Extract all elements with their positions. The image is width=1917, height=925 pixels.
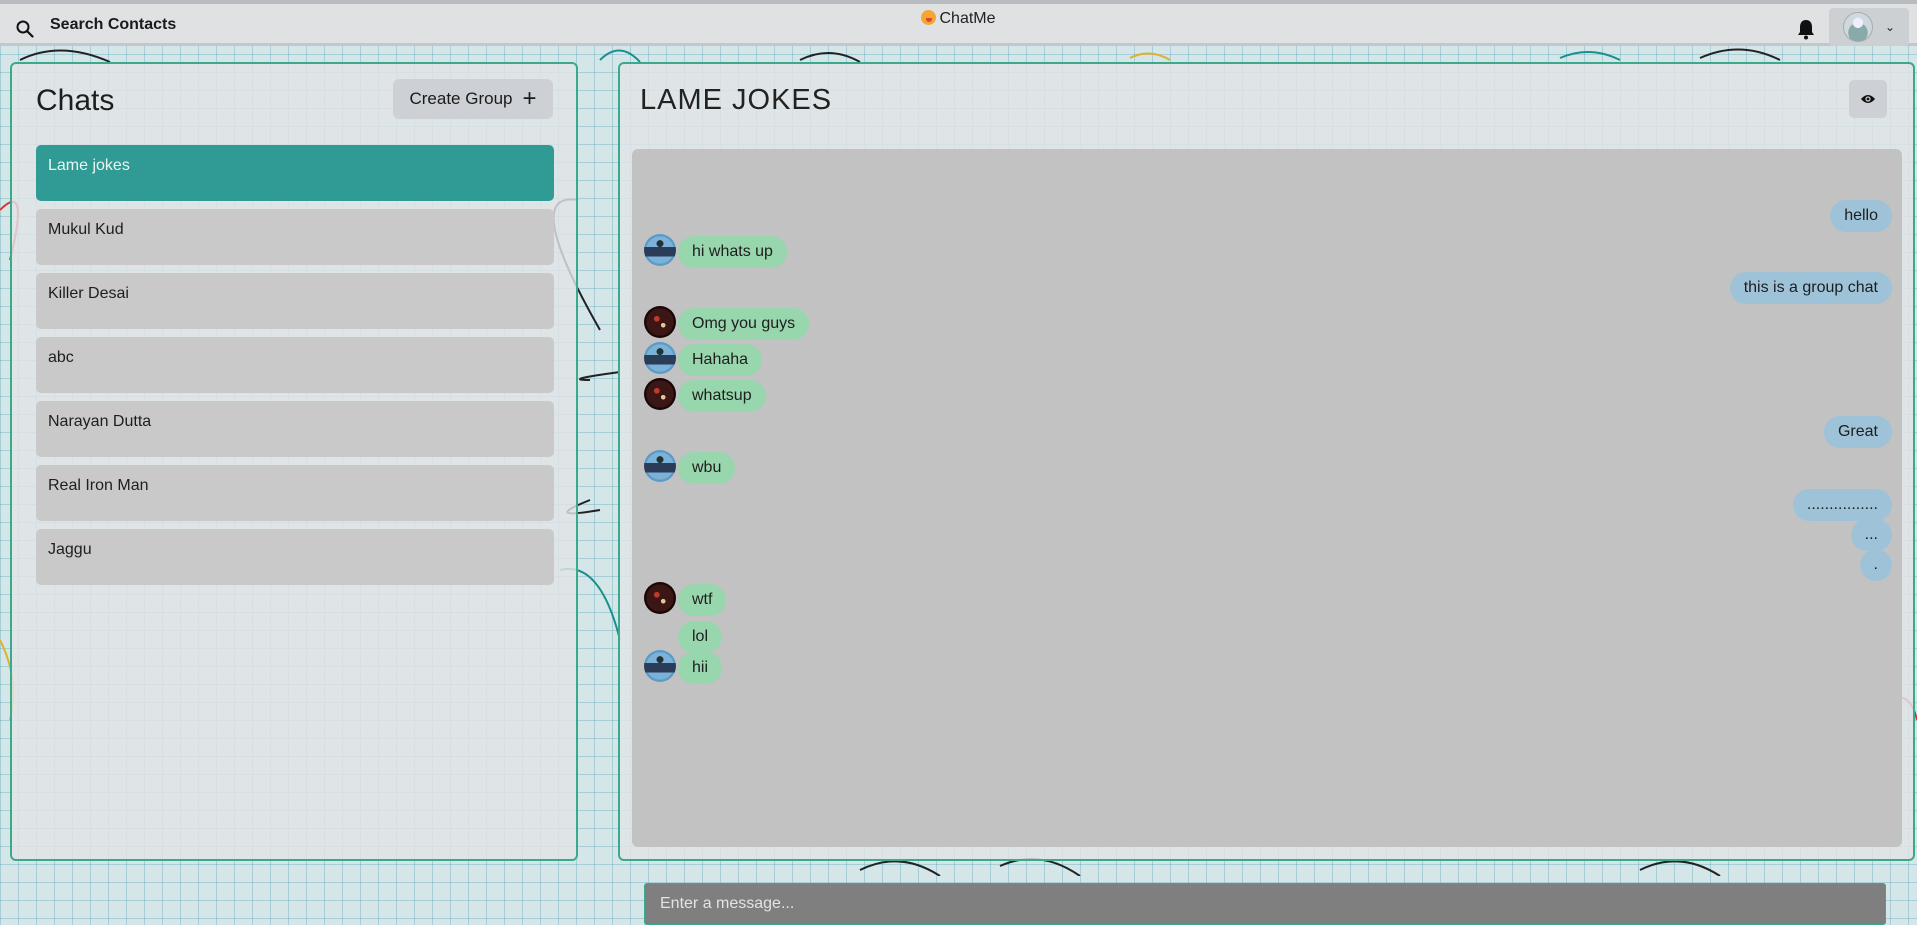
search-icon (16, 20, 34, 38)
chat-name: Jaggu (48, 541, 92, 558)
incoming-message: hii (678, 652, 723, 684)
chat-name: Narayan Dutta (48, 413, 152, 430)
chat-name: abc (48, 349, 74, 366)
incoming-message: Hahaha (678, 344, 763, 376)
create-group-label: Create Group (409, 89, 513, 108)
plus-icon: + (522, 85, 537, 112)
view-details-button[interactable] (1849, 80, 1887, 118)
chats-panel: Chats Create Group + Lame jokes Mukul Kud… (10, 62, 578, 861)
incoming-message: wtf (678, 584, 727, 616)
chat-list: Lame jokes Mukul Kud Killer Desai abc Naraya… (36, 145, 554, 593)
user-avatar (1843, 12, 1873, 42)
chat-list-item[interactable]: Jaggu (36, 529, 554, 585)
top-navbar: Search Contacts ChatMe ⌄ (0, 0, 1917, 46)
tongue-emoji-icon (921, 10, 937, 25)
incoming-message: Omg you guys (678, 308, 810, 340)
sender-avatar[interactable] (644, 234, 676, 266)
sender-avatar[interactable] (644, 378, 676, 410)
conversation-panel: LAME JOKES hello hi whats up this is a gro… (618, 62, 1915, 925)
chats-heading: Chats (36, 84, 115, 117)
chat-list-item[interactable]: Lame jokes (36, 145, 554, 201)
eye-icon (1861, 95, 1875, 103)
conversation-title: LAME JOKES (640, 84, 833, 116)
search-contacts-button[interactable]: Search Contacts (6, 8, 186, 42)
outgoing-message: hello (1830, 200, 1892, 232)
outgoing-message: this is a group chat (1729, 272, 1892, 304)
sender-avatar[interactable] (644, 306, 676, 338)
chat-list-item[interactable]: abc (36, 337, 554, 393)
profile-menu-button[interactable]: ⌄ (1829, 8, 1909, 46)
search-contacts-label: Search Contacts (50, 16, 177, 33)
create-group-button[interactable]: Create Group + (393, 79, 553, 119)
messages-area[interactable]: hello hi whats up this is a group chat Omg … (632, 149, 1902, 925)
incoming-message: lol (678, 621, 723, 653)
chat-list-item[interactable]: Mukul Kud (36, 209, 554, 265)
sender-avatar[interactable] (644, 650, 676, 682)
message-input[interactable] (644, 883, 1886, 925)
chat-list-item[interactable]: Killer Desai (36, 273, 554, 329)
outgoing-message: ... (1850, 519, 1892, 551)
app-brand: ChatMe (0, 10, 1917, 28)
chat-name: Real Iron Man (48, 477, 149, 494)
brand-label: ChatMe (939, 10, 996, 27)
sender-avatar[interactable] (644, 342, 676, 374)
chat-list-item[interactable]: Real Iron Man (36, 465, 554, 521)
sender-avatar[interactable] (644, 582, 676, 614)
incoming-message: whatsup (678, 380, 766, 412)
chat-name: Killer Desai (48, 285, 129, 302)
chat-name: Lame jokes (48, 157, 130, 174)
chat-name: Mukul Kud (48, 221, 124, 238)
outgoing-message: Great (1823, 416, 1892, 448)
outgoing-message: ................ (1792, 489, 1892, 521)
sender-avatar[interactable] (644, 450, 676, 482)
outgoing-message: . (1859, 549, 1892, 581)
incoming-message: hi whats up (678, 236, 787, 268)
chat-list-item[interactable]: Narayan Dutta (36, 401, 554, 457)
chevron-down-icon: ⌄ (1885, 20, 1896, 34)
notification-bell-icon[interactable] (1796, 18, 1816, 40)
incoming-message: wbu (678, 452, 736, 484)
